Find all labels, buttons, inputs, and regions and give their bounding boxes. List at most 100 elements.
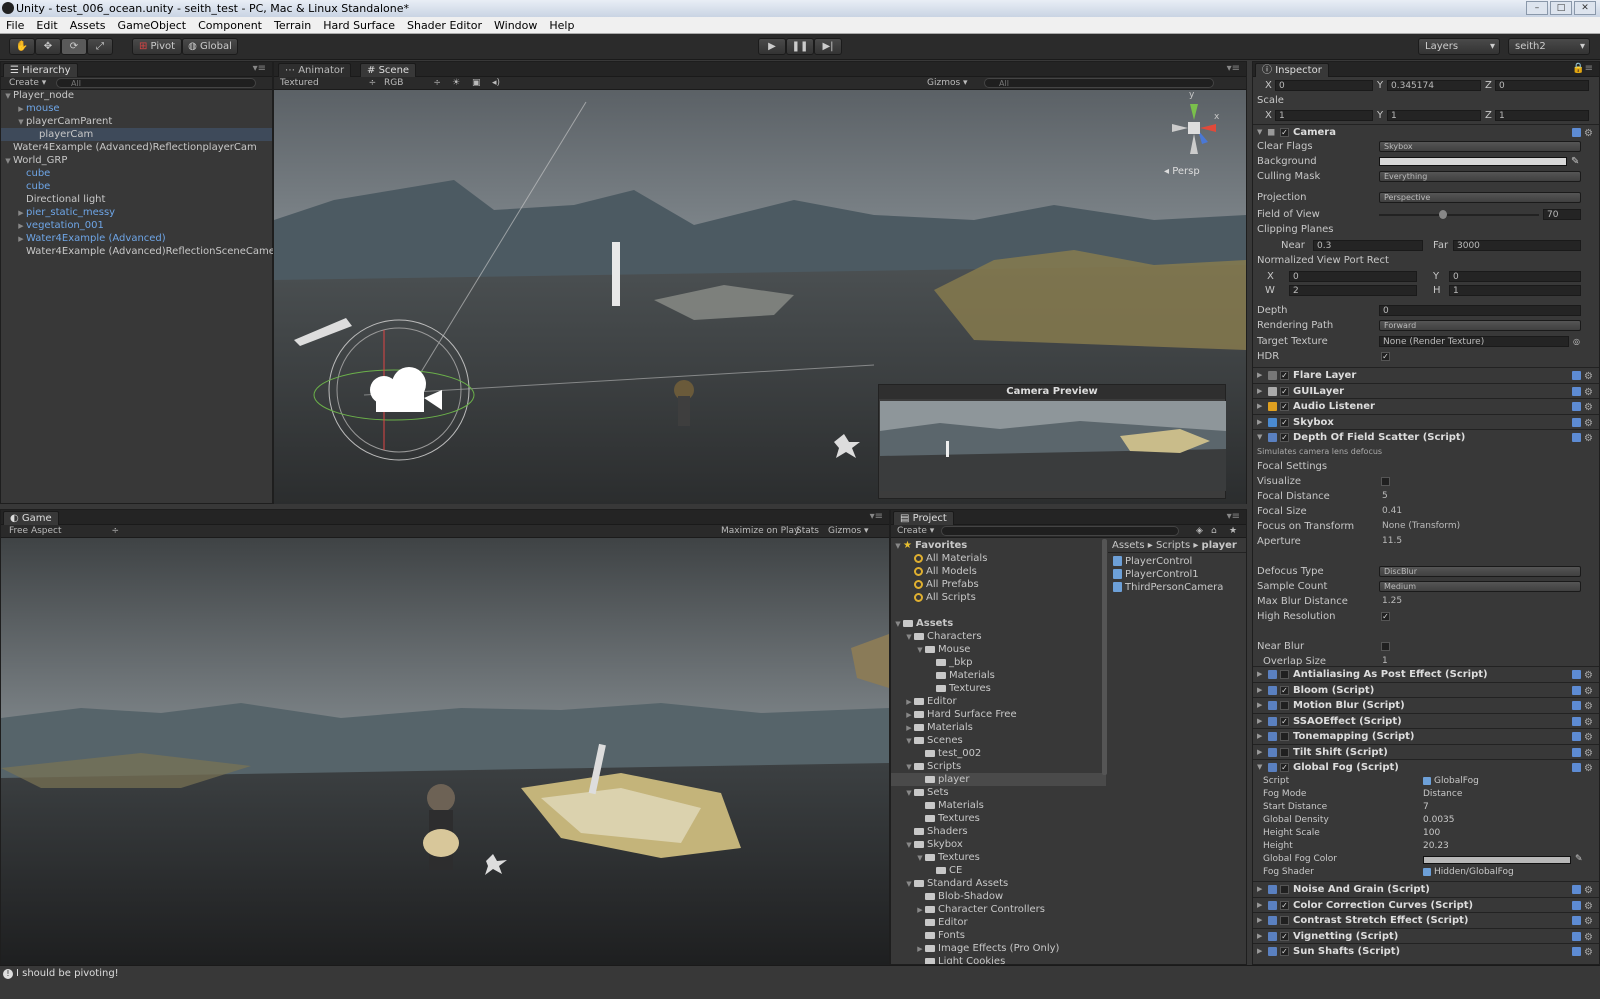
project-tree-item[interactable]: ▼ Standard Assets (891, 877, 1106, 890)
object-picker-icon[interactable]: ◎ (1573, 334, 1580, 349)
project-tree-item[interactable]: ▼ ★ Favorites (891, 539, 1106, 552)
property-dropdown[interactable]: DiscBlur (1379, 566, 1581, 577)
pause-button[interactable]: ❚❚ (786, 38, 814, 55)
property-checkbox[interactable]: ✓ (1381, 612, 1390, 621)
component-enabled-checkbox[interactable]: ✓ (1280, 685, 1289, 695)
hierarchy-item[interactable]: ▼ World_GRP (1, 154, 272, 167)
component-enabled-checkbox[interactable] (1280, 916, 1289, 925)
move-tool-icon[interactable]: ✥ (35, 38, 61, 55)
component-enabled-checkbox[interactable]: ✓ (1280, 716, 1289, 726)
property-field[interactable]: Hidden/GlobalFog (1423, 866, 1514, 879)
tree-scrollbar[interactable] (1102, 539, 1107, 775)
component-header[interactable]: ▶ ✓ GUILayer ⚙ (1253, 382, 1599, 398)
global-toggle[interactable]: ◍ Global (182, 38, 238, 55)
help-book-icon[interactable] (1572, 947, 1581, 956)
project-tree-item[interactable]: All Materials (891, 552, 1106, 565)
project-tree-item[interactable]: ▶ Character Controllers (891, 903, 1106, 916)
component-enabled-checkbox[interactable]: ✓ (1280, 900, 1289, 910)
collapse-arrow-icon[interactable]: ▶ (1257, 714, 1262, 729)
property-field[interactable]: 7 (1423, 801, 1429, 814)
dof-component-header[interactable]: ▼ ✓ Depth Of Field Scatter (Script) ⚙ (1253, 429, 1599, 444)
shading-dropdown[interactable]: Textured ÷ (280, 77, 376, 89)
property-dropdown[interactable]: Medium (1379, 581, 1581, 592)
menu-terrain[interactable]: Terrain (268, 17, 317, 33)
property-field[interactable]: GlobalFog (1423, 775, 1479, 788)
help-book-icon[interactable] (1572, 732, 1581, 741)
game-viewport[interactable] (1, 538, 889, 965)
collapse-arrow-icon[interactable]: ▶ (1257, 929, 1262, 944)
project-search-input[interactable] (941, 526, 1179, 536)
filter-type-icon[interactable]: ◈ (1196, 525, 1203, 537)
property-field[interactable]: 1.25 (1379, 596, 1581, 607)
scale-tool-icon[interactable]: ⤢ (87, 38, 113, 55)
panel-menu-icon[interactable]: ▾≡ (253, 63, 266, 74)
property-checkbox[interactable] (1381, 477, 1390, 486)
project-tree-item[interactable]: All Prefabs (891, 578, 1106, 591)
property-field[interactable]: 20.23 (1423, 840, 1449, 853)
breadcrumb-scripts[interactable]: Scripts (1156, 540, 1190, 551)
property-field[interactable]: 0.41 (1379, 506, 1581, 517)
project-file-item[interactable]: PlayerControl (1113, 555, 1246, 568)
component-header[interactable]: ▶ ✓ Vignetting (Script) ⚙ (1253, 927, 1599, 944)
eyedropper-icon[interactable]: ✎ (1575, 853, 1583, 866)
project-tree-item[interactable]: ▶ Image Effects (Pro Only) (891, 942, 1106, 955)
collapse-arrow-icon[interactable]: ▶ (1257, 913, 1262, 928)
pos-y-field[interactable]: 0.345174 (1387, 80, 1481, 91)
help-book-icon[interactable] (1572, 701, 1581, 710)
component-header[interactable]: ▶ Tilt Shift (Script) ⚙ (1253, 743, 1599, 759)
collapse-arrow-icon[interactable]: ▶ (1257, 667, 1262, 682)
component-enabled-checkbox[interactable] (1280, 885, 1289, 894)
project-tree-item[interactable]: ▼ Sets (891, 786, 1106, 799)
property-field[interactable]: 5 (1379, 491, 1581, 502)
menu-component[interactable]: Component (192, 17, 268, 33)
scene-search-input[interactable]: All (984, 78, 1214, 88)
collapse-arrow-icon[interactable]: ▼ (1257, 430, 1262, 445)
tab-scene[interactable]: # Scene (360, 63, 417, 77)
gear-icon[interactable]: ⚙ (1584, 761, 1593, 776)
menu-shader-editor[interactable]: Shader Editor (401, 17, 488, 33)
gizmos-dropdown[interactable]: Gizmos ▾ (927, 77, 968, 89)
menu-window[interactable]: Window (488, 17, 543, 33)
help-book-icon[interactable] (1572, 900, 1581, 910)
rgb-dropdown[interactable]: RGB ÷ (384, 77, 441, 89)
culling-dropdown[interactable]: Everything (1379, 171, 1581, 182)
hierarchy-item[interactable]: ▶ vegetation_001 (1, 219, 272, 232)
project-tree-item[interactable]: ▶ Hard Surface Free (891, 708, 1106, 721)
game-gizmos-dropdown[interactable]: Gizmos ▾ (828, 525, 869, 537)
component-enabled-checkbox[interactable] (1280, 747, 1289, 757)
image-toggle-icon[interactable]: ▣ (472, 77, 481, 89)
viewport-w-field[interactable]: 2 (1289, 285, 1417, 296)
layers-dropdown[interactable]: Layers ▾ (1418, 38, 1500, 55)
help-book-icon[interactable] (1572, 433, 1581, 442)
status-message[interactable]: I should be pivoting! (16, 968, 119, 979)
target-texture-field[interactable]: None (Render Texture) (1379, 336, 1569, 347)
menu-file[interactable]: File (0, 17, 30, 33)
breadcrumb-assets[interactable]: Assets (1112, 540, 1145, 551)
filter-label-icon[interactable]: ⌂ (1211, 525, 1217, 537)
hierarchy-create-dropdown[interactable]: Create ▾ (9, 77, 46, 89)
collapse-arrow-icon[interactable]: ▶ (1257, 882, 1262, 897)
aspect-dropdown[interactable]: Free Aspect ÷ (9, 525, 119, 537)
fog-component-header[interactable]: ▼ ✓ Global Fog (Script) ⚙ (1253, 759, 1599, 774)
collapse-arrow-icon[interactable]: ▶ (1257, 368, 1262, 383)
project-create-dropdown[interactable]: Create ▾ (897, 525, 934, 537)
background-color-swatch[interactable] (1379, 157, 1567, 166)
menu-hard-surface[interactable]: Hard Surface (317, 17, 401, 33)
hdr-checkbox[interactable]: ✓ (1381, 352, 1390, 361)
panel-menu-icon[interactable]: ▾≡ (1227, 63, 1240, 74)
gear-icon[interactable]: ⚙ (1584, 945, 1593, 960)
component-enabled-checkbox[interactable] (1280, 701, 1289, 710)
hierarchy-item[interactable]: ▼ playerCamParent (1, 115, 272, 128)
eyedropper-icon[interactable]: ✎ (1571, 154, 1579, 169)
play-button[interactable]: ▶ (758, 38, 786, 55)
collapse-arrow-icon[interactable]: ▶ (1257, 698, 1262, 713)
project-tree-item[interactable]: ▼ Scripts (891, 760, 1106, 773)
component-header[interactable]: ▶ Motion Blur (Script) ⚙ (1253, 697, 1599, 712)
tab-project[interactable]: ▤ Project (893, 511, 954, 525)
component-enabled-checkbox[interactable]: ✓ (1280, 931, 1289, 941)
maximize-on-play-toggle[interactable]: Maximize on Play (721, 525, 799, 537)
breadcrumb-player[interactable]: player (1202, 540, 1237, 551)
collapse-arrow-icon[interactable]: ▶ (1257, 729, 1262, 744)
lighting-toggle-icon[interactable]: ☀ (452, 77, 460, 89)
scale-x-field[interactable]: 1 (1275, 110, 1373, 121)
